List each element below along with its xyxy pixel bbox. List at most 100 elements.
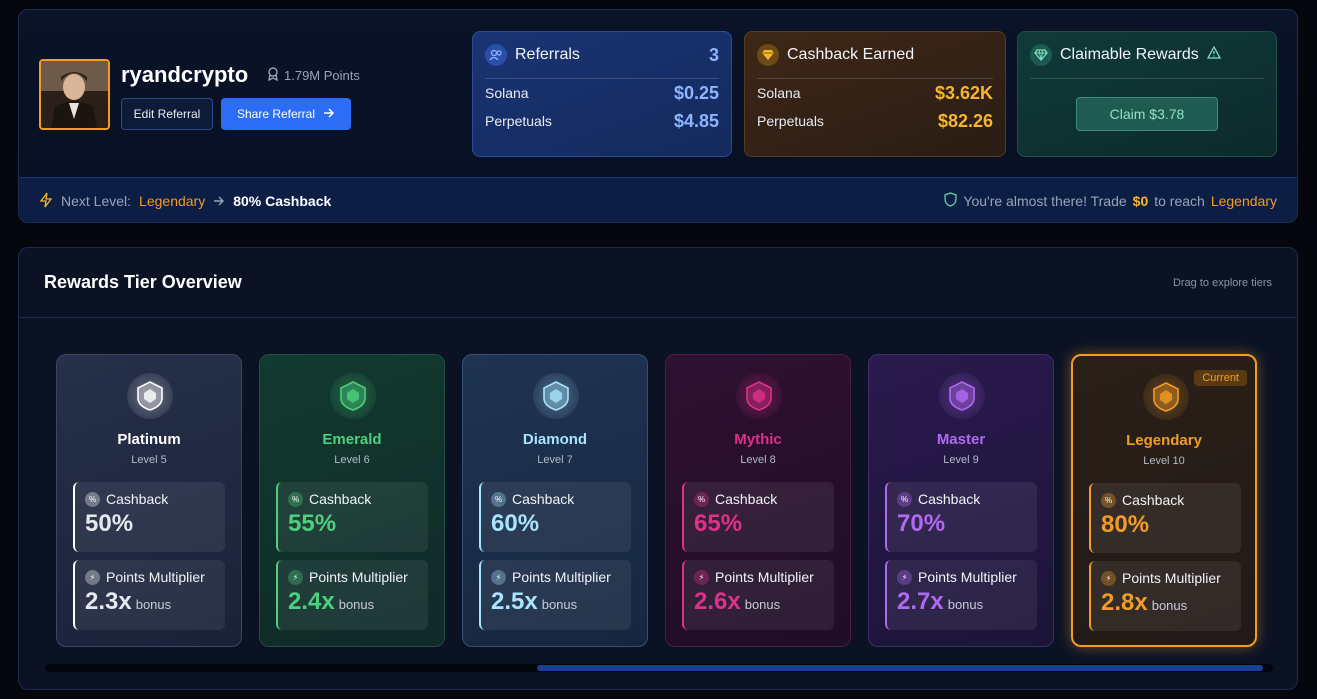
lightning-icon	[39, 192, 53, 211]
cashback-metric-label: % Cashback	[897, 491, 1037, 507]
multiplier-value: 2.4x	[288, 588, 335, 615]
cashback-value: 80%	[1101, 511, 1150, 538]
stat-value: $3.62K	[934, 82, 993, 103]
cashback-row-solana: Solana $3.62K	[757, 79, 993, 107]
multiplier-value: 2.6x	[694, 588, 741, 615]
profile-panel: ryandcrypto 1.79M Points Edit Referral S…	[18, 9, 1298, 223]
tier-card-mythic[interactable]: Mythic Level 8 % Cashback 65% ⚡ Points M…	[665, 354, 851, 647]
tier-level: Level 8	[740, 454, 776, 466]
percent-icon: %	[694, 491, 709, 507]
cashback-metric: % Cashback 80%	[1089, 483, 1241, 553]
stat-label: Perpetuals	[757, 113, 824, 129]
multiplier-metric-label: ⚡ Points Multiplier	[85, 569, 225, 585]
bonus-label: bonus	[1151, 598, 1188, 613]
tier-name: Platinum	[117, 431, 181, 448]
multiplier-line: 2.8x bonus	[1101, 589, 1241, 617]
message-prefix: You're almost there! Trade	[963, 193, 1127, 209]
tier-name: Legendary	[1126, 432, 1202, 449]
tier-level: Level 5	[131, 454, 167, 466]
referral-row-perpetuals: Perpetuals $4.85	[485, 107, 719, 135]
tier-scrollbar[interactable]	[45, 664, 1273, 672]
multiplier-value: 2.8x	[1101, 589, 1148, 616]
cashback-label: Cashback	[106, 491, 169, 507]
cashback-label: Cashback	[715, 491, 778, 507]
lightning-icon: ⚡	[288, 569, 303, 585]
cashback-value: 60%	[491, 510, 540, 537]
multiplier-line: 2.6x bonus	[694, 588, 834, 616]
tier-level: Level 7	[537, 454, 573, 466]
multiplier-metric-label: ⚡ Points Multiplier	[897, 569, 1037, 585]
referrals-header: Referrals 3	[485, 32, 719, 79]
gem-icon	[757, 44, 779, 66]
points-display: 1.79M Points	[267, 67, 360, 84]
share-referral-button[interactable]: Share Referral	[221, 98, 351, 130]
tier-level: Level 10	[1143, 455, 1185, 467]
multiplier-label: Points Multiplier	[309, 569, 408, 585]
next-level-name: Legendary	[139, 193, 206, 209]
cashback-row-perpetuals: Perpetuals $82.26	[757, 107, 993, 135]
percent-icon: %	[288, 491, 303, 507]
shield-icon	[944, 192, 958, 210]
multiplier-label: Points Multiplier	[106, 569, 205, 585]
referrals-title: Referrals	[515, 46, 580, 63]
tier-card-diamond[interactable]: Diamond Level 7 % Cashback 60% ⚡ Points …	[462, 354, 648, 647]
multiplier-metric-label: ⚡ Points Multiplier	[491, 569, 631, 585]
multiplier-value: 2.3x	[85, 588, 132, 615]
next-level-label: Next Level:	[61, 193, 132, 209]
multiplier-line: 2.3x bonus	[85, 588, 225, 616]
multiplier-metric-label: ⚡ Points Multiplier	[1101, 570, 1241, 586]
referral-row-solana: Solana $0.25	[485, 79, 719, 107]
cashback-label: Cashback	[512, 491, 575, 507]
percent-icon: %	[491, 491, 506, 507]
tier-card-emerald[interactable]: Emerald Level 6 % Cashback 55% ⚡ Points …	[259, 354, 445, 647]
lightning-icon: ⚡	[694, 569, 709, 585]
tier-card-platinum[interactable]: Platinum Level 5 % Cashback 50% ⚡ Points…	[56, 354, 242, 647]
edit-referral-button[interactable]: Edit Referral	[121, 98, 213, 130]
tier-emblem-icon	[1143, 374, 1189, 420]
bonus-label: bonus	[947, 597, 984, 612]
multiplier-value: 2.5x	[491, 588, 538, 615]
arrow-right-icon	[213, 193, 225, 209]
multiplier-label: Points Multiplier	[512, 569, 611, 585]
tier-emblem-icon	[939, 373, 985, 419]
cashback-value: 50%	[85, 510, 134, 537]
multiplier-value: 2.7x	[897, 588, 944, 615]
diamond-icon	[1030, 44, 1052, 66]
lightning-icon: ⚡	[1101, 570, 1116, 586]
claim-button[interactable]: Claim $3.78	[1076, 97, 1218, 131]
share-referral-label: Share Referral	[236, 107, 316, 121]
stat-label: Solana	[485, 85, 529, 101]
claimable-title: Claimable Rewards	[1060, 46, 1199, 63]
tier-card-legendary[interactable]: Legendary Level 10 % Cashback 80% ⚡ Poin…	[1071, 354, 1257, 647]
cashback-metric: % Cashback 50%	[73, 482, 225, 552]
cashback-metric-label: % Cashback	[288, 491, 428, 507]
tier-emblem-icon	[736, 373, 782, 419]
current-tier-badge: Current	[1194, 370, 1247, 386]
rewards-header: Rewards Tier Overview Drag to explore ti…	[19, 248, 1297, 318]
referrals-card: Referrals 3 Solana $0.25 Perpetuals $4.8…	[472, 31, 732, 157]
tier-card-master[interactable]: Master Level 9 % Cashback 70% ⚡ Points M…	[868, 354, 1054, 647]
cashback-metric-label: % Cashback	[491, 491, 631, 507]
cashback-metric: % Cashback 60%	[479, 482, 631, 552]
scrollbar-thumb[interactable]	[537, 665, 1263, 671]
multiplier-metric: ⚡ Points Multiplier 2.8x bonus	[1089, 561, 1241, 631]
tier-emblem-icon	[127, 373, 173, 419]
lightning-icon: ⚡	[491, 569, 506, 585]
progress-message: You're almost there! Trade $0 to reach L…	[944, 192, 1277, 210]
cashback-label: Cashback	[1122, 492, 1185, 508]
rewards-title: Rewards Tier Overview	[44, 272, 242, 292]
cashback-label: Cashback	[918, 491, 981, 507]
multiplier-metric: ⚡ Points Multiplier 2.4x bonus	[276, 560, 428, 630]
cashback-value: 55%	[288, 510, 337, 537]
cashback-header: Cashback Earned	[757, 32, 993, 79]
tier-name: Mythic	[734, 431, 782, 448]
next-level-cashback: 80% Cashback	[233, 193, 332, 209]
multiplier-line: 2.7x bonus	[897, 588, 1037, 616]
tier-level: Level 6	[334, 454, 370, 466]
claimable-card: Claimable Rewards Claim $3.78	[1017, 31, 1277, 157]
cashback-metric: % Cashback 55%	[276, 482, 428, 552]
lightning-icon: ⚡	[85, 569, 100, 585]
tier-emblem-icon	[330, 373, 376, 419]
tier-emblem-icon	[533, 373, 579, 419]
cashback-value: 65%	[694, 510, 743, 537]
